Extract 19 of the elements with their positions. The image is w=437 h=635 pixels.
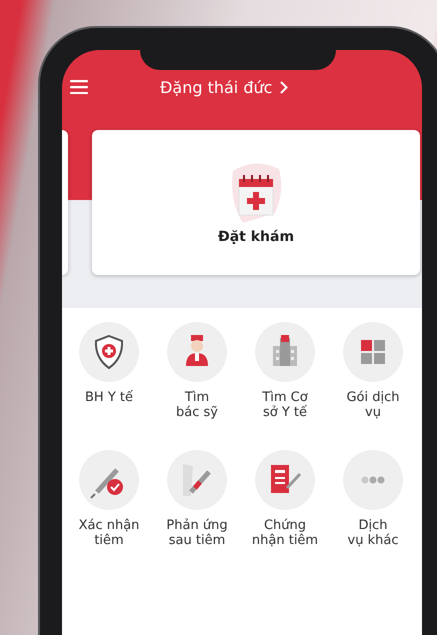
service-button[interactable]: Gói dịch vụ (329, 322, 417, 420)
syringe-check-icon (79, 450, 139, 510)
doctor-icon (167, 322, 227, 382)
service-button[interactable]: Phản ứng sau tiêm (153, 450, 241, 548)
more-dots-icon (343, 450, 403, 510)
syringe-arm-icon (167, 450, 227, 510)
chevron-right-icon (280, 80, 288, 94)
grid-squares-icon (343, 322, 403, 382)
hospital-building-icon (255, 322, 315, 382)
booking-card[interactable]: Đặt khám (92, 130, 420, 275)
service-button[interactable]: BH Y tế (65, 322, 153, 420)
menu-icon[interactable] (70, 80, 88, 94)
service-button[interactable]: Dịch vụ khác (329, 450, 417, 548)
shield-cross-icon (79, 322, 139, 382)
service-button[interactable]: Xác nhận tiêm (65, 450, 153, 548)
certificate-syringe-icon (255, 450, 315, 510)
service-button[interactable]: Tìm bác sỹ (153, 322, 241, 420)
service-button[interactable]: Chứng nhận tiêm (241, 450, 329, 548)
service-button[interactable]: Tìm Cơ sở Y tế (241, 322, 329, 420)
